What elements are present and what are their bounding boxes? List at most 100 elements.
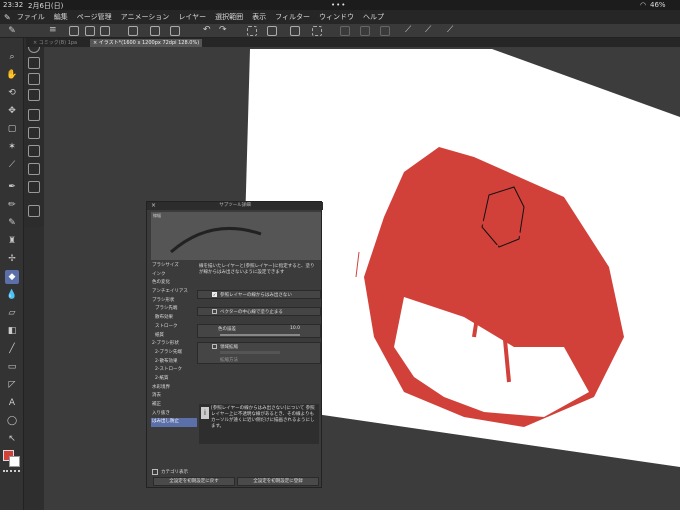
menu-help[interactable]: ヘルプ xyxy=(363,12,384,22)
paste-icon[interactable] xyxy=(170,26,180,36)
subtool-fill-3-icon[interactable] xyxy=(28,89,40,101)
brush-icon[interactable]: ✎ xyxy=(5,216,19,230)
subtool-add-icon[interactable] xyxy=(28,205,40,217)
category-item[interactable]: ブラシサイズ xyxy=(151,262,197,271)
transparent-color-swatch[interactable] xyxy=(3,470,20,473)
tab-illust[interactable]: × イラスト*(1600 x 1200px 72dpi 128.0%) xyxy=(90,39,203,47)
subtool-lasso-fill-icon[interactable] xyxy=(28,127,40,139)
figure-icon[interactable]: ╱ xyxy=(5,342,19,356)
category-item-selected[interactable]: はみ出し防止 xyxy=(151,418,197,428)
menu-file[interactable]: ファイル xyxy=(17,12,45,22)
decoration-icon[interactable]: ✢ xyxy=(5,252,19,266)
setting-row-vector-center[interactable]: ベクターの中心線で塗り止まる xyxy=(197,307,321,316)
invert-selection-icon[interactable] xyxy=(380,26,390,36)
hand-icon[interactable]: ✋ xyxy=(5,68,19,82)
subtool-gap-icon[interactable] xyxy=(28,109,40,121)
category-item[interactable]: 2-ブラシ先端 xyxy=(151,349,197,358)
eyedropper-icon[interactable]: ⟋ xyxy=(5,158,19,172)
category-item[interactable]: 消去 xyxy=(151,392,197,401)
menu-window[interactable]: ウィンドウ xyxy=(319,12,354,22)
setting-row-refer-layer[interactable]: ✓ 参照レイヤーの線からはみ出さない xyxy=(197,290,321,299)
eraser-icon[interactable]: ▱ xyxy=(5,306,19,320)
subtool-layer-icon[interactable] xyxy=(28,181,40,193)
checkbox-icon[interactable] xyxy=(212,309,217,314)
tolerance-slider[interactable] xyxy=(220,334,300,336)
category-item[interactable]: 2-ブラシ形状 xyxy=(151,340,197,349)
clear-icon[interactable] xyxy=(128,26,138,36)
setting-row-area-scale[interactable]: 領域拡縮 拡縮方法 xyxy=(197,342,321,364)
magic-wand-icon[interactable]: ✶ xyxy=(5,140,19,154)
blend-icon[interactable]: 💧 xyxy=(5,288,19,302)
pen-tool-icon[interactable]: ✒ xyxy=(5,180,19,194)
checkbox-icon[interactable] xyxy=(152,469,158,475)
subtool-fill-1-icon[interactable] xyxy=(28,57,40,69)
menu-filter[interactable]: フィルター xyxy=(275,12,310,22)
pen-icon[interactable]: ✎ xyxy=(5,24,19,38)
select-all-icon[interactable] xyxy=(312,26,322,36)
rotate-icon[interactable]: ⟲ xyxy=(5,86,19,100)
redo-icon[interactable]: ↷ xyxy=(219,26,229,36)
new-file-icon[interactable] xyxy=(69,26,79,36)
ruler-tool-icon[interactable]: ◸ xyxy=(5,378,19,392)
subtool-paint-icon[interactable] xyxy=(28,145,40,157)
balloon-icon[interactable]: ◯ xyxy=(5,414,19,428)
category-item[interactable]: 色の変化 xyxy=(151,279,197,288)
category-item[interactable]: ブラシ先端 xyxy=(151,305,197,314)
marquee-icon[interactable]: ▢ xyxy=(5,122,19,136)
category-item[interactable]: 散布効果 xyxy=(151,314,197,323)
zoom-icon[interactable]: ⌕ xyxy=(5,50,19,64)
subtool-refer-icon[interactable] xyxy=(28,163,40,175)
close-icon[interactable]: × xyxy=(151,202,156,210)
tolerance-value[interactable]: 10.0 xyxy=(290,326,300,331)
lasso-select-icon[interactable] xyxy=(247,26,257,36)
airbrush-icon[interactable]: ♜ xyxy=(5,234,19,248)
tab-comic[interactable]: × コミック(B) 1pa xyxy=(30,39,80,47)
text-icon[interactable]: A xyxy=(5,396,19,410)
ruler-icon[interactable]: ⟋ xyxy=(405,26,415,36)
pen-pressure-icon[interactable]: ⟋ xyxy=(447,26,457,36)
menu-animation[interactable]: アニメーション xyxy=(121,12,170,22)
category-item[interactable]: 2-ストローク xyxy=(151,366,197,375)
area-scale-slider[interactable] xyxy=(220,351,280,354)
hamburger-menu-icon[interactable]: ≡ xyxy=(49,26,59,36)
checkbox-icon[interactable] xyxy=(212,344,217,349)
pencil-icon[interactable]: ✏ xyxy=(5,198,19,212)
subtool-fill-2-icon[interactable] xyxy=(28,73,40,85)
checkbox-checked-icon[interactable]: ✓ xyxy=(212,292,217,297)
copy-icon[interactable] xyxy=(150,26,160,36)
move-icon[interactable]: ✥ xyxy=(5,104,19,118)
fill-icon[interactable] xyxy=(290,26,300,36)
category-item[interactable]: 2-紙質 xyxy=(151,375,197,384)
open-file-icon[interactable] xyxy=(85,26,95,36)
frame-icon[interactable]: ▭ xyxy=(5,360,19,374)
menu-view[interactable]: 表示 xyxy=(252,12,266,22)
category-item[interactable]: 補正 xyxy=(151,401,197,410)
canvas-area[interactable] xyxy=(44,47,680,510)
menu-selection[interactable]: 選択範囲 xyxy=(215,12,243,22)
category-item[interactable]: ストローク xyxy=(151,323,197,332)
menu-edit[interactable]: 編集 xyxy=(54,12,68,22)
save-icon[interactable] xyxy=(100,26,110,36)
menu-layer[interactable]: レイヤー xyxy=(178,12,206,22)
crop-icon[interactable] xyxy=(360,26,370,36)
register-all-button[interactable]: 全設定を初期設定に登録 xyxy=(237,477,319,486)
reset-all-button[interactable]: 全設定を初期設定に戻す xyxy=(153,477,235,486)
transform-icon[interactable] xyxy=(267,26,277,36)
undo-icon[interactable]: ↶ xyxy=(203,26,213,36)
correct-line-icon[interactable]: ↖ xyxy=(5,432,19,446)
gradient-icon[interactable]: ◧ xyxy=(5,324,19,338)
category-item[interactable]: 2-散布効果 xyxy=(151,358,197,367)
multitask-dots-icon[interactable]: ••• xyxy=(331,1,346,9)
category-item[interactable]: アンチエイリアス xyxy=(151,288,197,297)
category-item[interactable]: 紙質 xyxy=(151,332,197,341)
artwork[interactable] xyxy=(44,47,680,510)
setting-row-color-tolerance[interactable]: 色の誤差 10.0 xyxy=(197,324,321,338)
fill-bucket-icon[interactable]: ◆ xyxy=(5,270,19,284)
category-item[interactable]: インク xyxy=(151,271,197,280)
category-item[interactable]: 水彩境界 xyxy=(151,384,197,393)
category-item[interactable]: ブラシ形状 xyxy=(151,297,197,306)
category-item[interactable]: 入り抜き xyxy=(151,410,197,419)
brush-settings-icon[interactable]: ⟋ xyxy=(425,26,435,36)
app-logo-icon[interactable]: ✎ xyxy=(4,13,11,22)
deselect-icon[interactable] xyxy=(340,26,350,36)
